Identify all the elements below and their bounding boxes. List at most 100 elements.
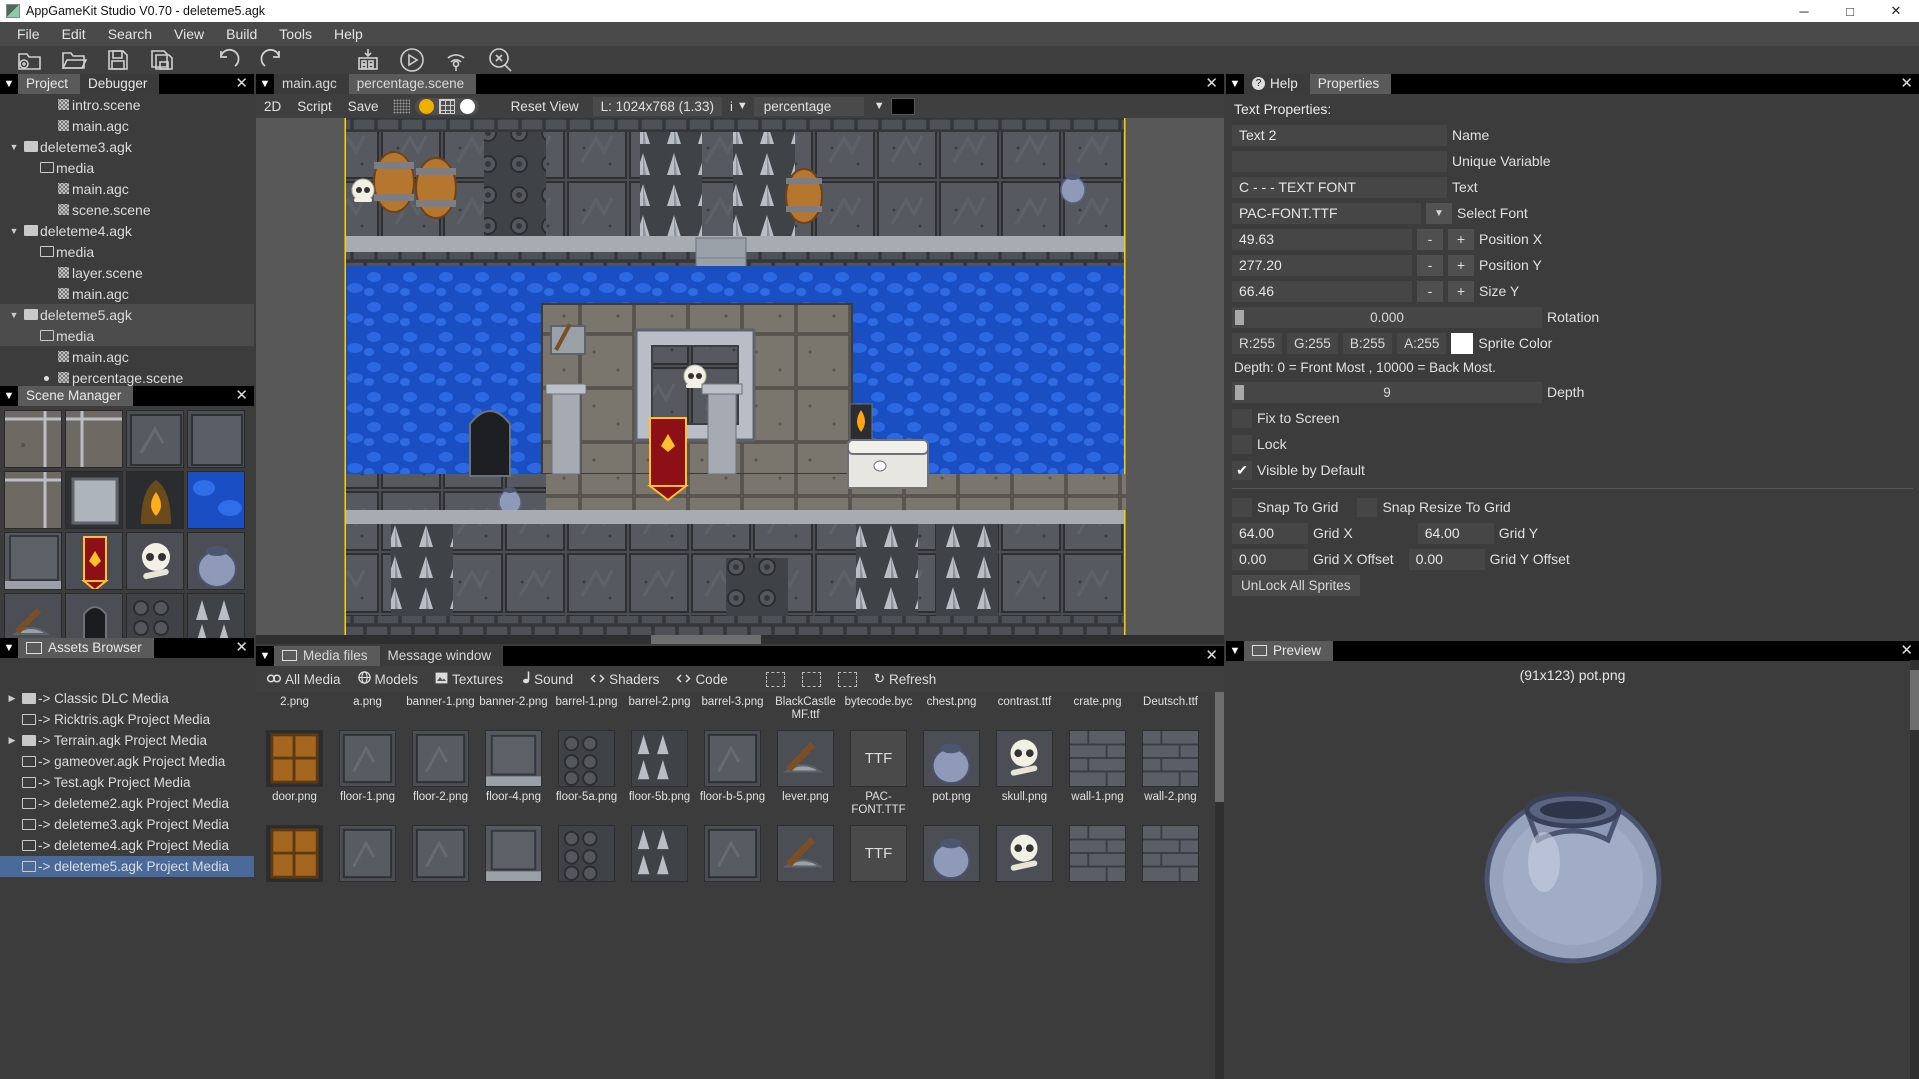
tab-main-agc[interactable]: main.agc	[274, 74, 349, 94]
tab-help[interactable]: ? Help	[1244, 74, 1310, 94]
media-vscroll-thumb[interactable]	[1215, 692, 1224, 802]
scene-viewport[interactable]	[256, 118, 1224, 644]
media-file-item[interactable]: Deutsch.ttf	[1134, 696, 1207, 787]
media-file-item[interactable]: chest.png	[915, 696, 988, 787]
scene-tile-doorway-arch[interactable]	[65, 593, 123, 638]
media-vscrollbar[interactable]	[1215, 692, 1224, 1079]
tab-project[interactable]: Project	[18, 74, 80, 94]
tree-item[interactable]: main.agc	[0, 346, 254, 367]
color-b-input[interactable]: B:255	[1343, 333, 1392, 354]
media-file-item[interactable]: floor-1.png	[331, 791, 404, 882]
media-filter-textures[interactable]: Textures	[428, 669, 510, 690]
media-file-list[interactable]: 2.pnga.pngbanner-1.pngbanner-2.pngbarrel…	[256, 692, 1224, 1079]
asset-folder-item[interactable]: -> deleteme4.agk Project Media	[0, 835, 254, 856]
project-panel-close-icon[interactable]: ✕	[235, 75, 248, 93]
media-file-item[interactable]: contrast.ttf	[988, 696, 1061, 787]
tree-item[interactable]: main.agc	[0, 283, 254, 304]
snap-to-grid-checkbox[interactable]	[1232, 498, 1252, 517]
scene-manager-close-icon[interactable]: ✕	[235, 387, 248, 405]
tree-item[interactable]: scene.scene	[0, 199, 254, 220]
tab-message-window[interactable]: Message window	[380, 646, 504, 666]
refresh-button[interactable]: ↻Refresh	[867, 668, 944, 690]
media-file-thumbnail[interactable]	[631, 730, 688, 787]
visible-by-default-checkbox[interactable]: ✔	[1232, 461, 1252, 480]
assets-list[interactable]: ▶-> Classic DLC Media-> Ricktris.agk Pro…	[0, 658, 254, 1079]
media-file-thumbnail[interactable]	[558, 730, 615, 787]
position-x-plus-button[interactable]: +	[1448, 229, 1474, 250]
save-button[interactable]: Save	[340, 97, 387, 116]
assets-browser-close-icon[interactable]: ✕	[235, 639, 248, 657]
size-y-input[interactable]: 66.46	[1232, 281, 1412, 302]
tree-item[interactable]: percentage.scene	[0, 367, 254, 386]
asset-expand-arrow-icon[interactable]: ▶	[4, 735, 20, 746]
media-file-thumbnail[interactable]	[339, 825, 396, 882]
resolution-dropdown-icon[interactable]: ▼	[737, 100, 748, 112]
background-color-swatch[interactable]	[891, 98, 915, 115]
preview-vscroll-thumb[interactable]	[1910, 670, 1919, 730]
media-file-item[interactable]: PAC-FONT.TTFTTF	[842, 791, 915, 882]
media-filter-sound[interactable]: Sound	[513, 668, 580, 690]
media-file-thumbnail[interactable]	[1069, 730, 1126, 787]
name-input[interactable]: Text 2	[1232, 125, 1447, 146]
scene-tile-wall-dark-a[interactable]	[126, 410, 184, 468]
font-dropdown-icon[interactable]: ▼	[1426, 203, 1452, 224]
media-file-thumbnail[interactable]: TTF	[850, 825, 907, 882]
media-file-item[interactable]: floor-5a.png	[550, 791, 623, 882]
pin-arrow-icon[interactable]: ▼	[1226, 74, 1244, 94]
accent-color-swatch[interactable]	[419, 99, 434, 114]
scene-tile-water-tile[interactable]	[187, 471, 245, 529]
tab-media-files[interactable]: Media files	[274, 646, 380, 666]
tree-item[interactable]: ▼deleteme3.agk	[0, 136, 254, 157]
scene-tile-stone-block[interactable]	[65, 471, 123, 529]
pin-arrow-icon[interactable]: ▼	[256, 74, 274, 94]
thumb-view-icon[interactable]	[831, 669, 864, 690]
tree-item[interactable]: layer.scene	[0, 262, 254, 283]
scene-tile-floor-5b-spikes[interactable]	[187, 593, 245, 638]
media-file-thumbnail[interactable]	[1069, 825, 1126, 882]
grid-y-input[interactable]: 64.00	[1418, 523, 1494, 544]
asset-folder-item[interactable]: ▶-> Terrain.agk Project Media	[0, 730, 254, 751]
media-file-item[interactable]: lever.png	[769, 791, 842, 882]
tree-item[interactable]: media	[0, 325, 254, 346]
color-g-input[interactable]: G:255	[1287, 333, 1338, 354]
script-button[interactable]: Script	[289, 97, 340, 116]
scene-tile-stone-slab[interactable]	[4, 532, 62, 590]
tree-item[interactable]: ▼deleteme5.agk	[0, 304, 254, 325]
white-color-swatch[interactable]	[460, 99, 475, 114]
unlock-all-sprites-button[interactable]: UnLock All Sprites	[1232, 575, 1360, 596]
color-a-input[interactable]: A:255	[1397, 333, 1446, 354]
lock-row[interactable]: Lock	[1228, 432, 1917, 456]
media-file-thumbnail[interactable]	[485, 825, 542, 882]
text-input[interactable]: C - - - TEXT FONT	[1232, 177, 1447, 198]
media-file-thumbnail[interactable]: TTF	[850, 730, 907, 787]
pin-arrow-icon[interactable]: ▼	[0, 386, 18, 406]
color-toggle-group[interactable]	[415, 98, 479, 115]
asset-folder-item[interactable]: -> deleteme5.agk Project Media	[0, 856, 254, 877]
close-button[interactable]: ✕	[1873, 0, 1919, 22]
reset-view-button[interactable]: Reset View	[503, 97, 587, 116]
preview-close-icon[interactable]: ✕	[1900, 642, 1913, 660]
rotation-slider[interactable]: 0.000	[1232, 307, 1542, 328]
asset-folder-item[interactable]: -> deleteme2.agk Project Media	[0, 793, 254, 814]
editor-close-icon[interactable]: ✕	[1205, 75, 1218, 93]
media-panel-close-icon[interactable]: ✕	[1205, 647, 1218, 665]
scene-canvas[interactable]	[256, 118, 1224, 644]
media-file-thumbnail[interactable]	[631, 825, 688, 882]
tree-item[interactable]: intro.scene	[0, 94, 254, 115]
scene-tile-floor-tile-b[interactable]	[65, 410, 123, 468]
scene-tile-banner-red[interactable]	[65, 532, 123, 590]
unique-variable-input[interactable]	[1232, 151, 1447, 172]
media-file-thumbnail[interactable]	[266, 730, 323, 787]
asset-folder-item[interactable]: ▶-> Classic DLC Media	[0, 688, 254, 709]
scene-tile-pot-blue[interactable]	[187, 532, 245, 590]
media-file-thumbnail[interactable]	[996, 730, 1053, 787]
pin-arrow-icon[interactable]: ▼	[0, 638, 18, 658]
tab-debugger[interactable]: Debugger	[80, 74, 159, 94]
minimize-button[interactable]: ─	[1781, 0, 1827, 22]
rotation-slider-knob[interactable]	[1235, 310, 1244, 325]
properties-close-icon[interactable]: ✕	[1900, 75, 1913, 93]
snap-resize-to-grid-checkbox[interactable]	[1357, 498, 1377, 517]
media-file-item[interactable]: skull.png	[988, 791, 1061, 882]
scene-tile-wall-dark-b[interactable]	[187, 410, 245, 468]
media-file-thumbnail[interactable]	[485, 730, 542, 787]
